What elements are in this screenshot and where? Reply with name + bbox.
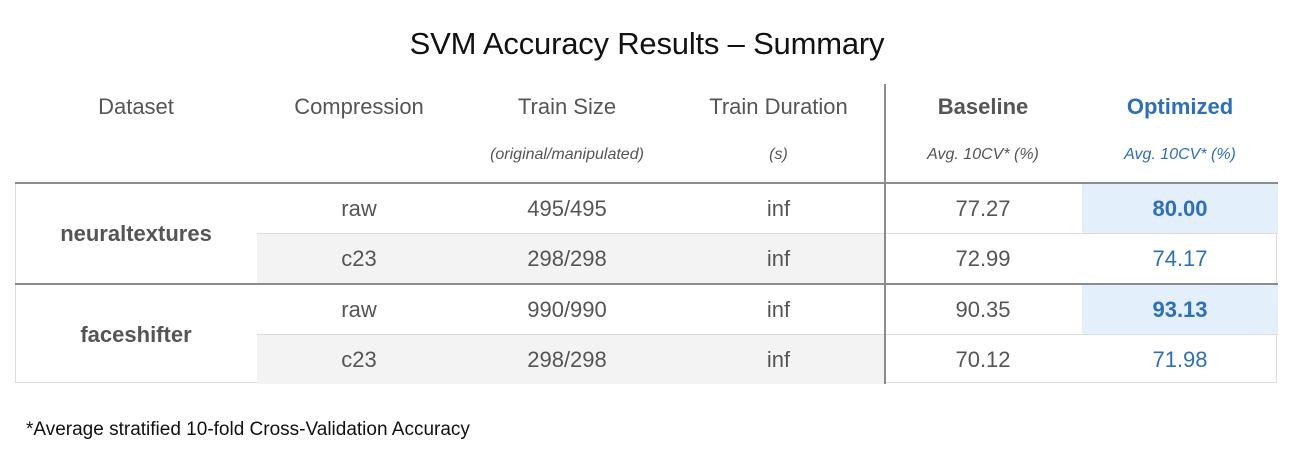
header-baseline: Baseline: [937, 94, 1029, 119]
cell-baseline: 72.99: [955, 246, 1011, 271]
header-optimized: Optimized: [1126, 94, 1234, 119]
cell-baseline: 77.27: [955, 196, 1011, 221]
cell-compression: raw: [341, 297, 377, 322]
subheader-train-size: (original/manipulated): [490, 146, 644, 163]
cell-compression: raw: [341, 196, 377, 221]
header-train-size: Train Size: [517, 94, 617, 119]
cell-optimized: 93.13: [1152, 297, 1208, 322]
subheader-optimized: Avg. 10CV* (%): [1124, 146, 1236, 163]
cell-compression: c23: [341, 246, 377, 271]
cell-baseline: 70.12: [955, 347, 1011, 372]
cell-train-duration: inf: [766, 196, 791, 221]
chart-title: SVM Accuracy Results – Summary: [409, 26, 885, 61]
footnote: *Average stratified 10-fold Cross-Valida…: [26, 419, 470, 440]
cell-compression: c23: [341, 347, 377, 372]
subheader-baseline: Avg. 10CV* (%): [927, 146, 1039, 163]
subheader-train-duration: (s): [769, 146, 788, 163]
cell-baseline: 90.35: [955, 297, 1011, 322]
cell-train-duration: inf: [766, 347, 791, 372]
dataset-label-faceshifter: faceshifter: [80, 322, 192, 347]
cell-train-size: 990/990: [527, 297, 607, 322]
cell-optimized: 71.98: [1152, 347, 1208, 372]
cell-train-size: 298/298: [527, 347, 607, 372]
cell-optimized: 80.00: [1152, 196, 1208, 221]
header-compression: Compression: [294, 94, 424, 119]
cell-train-duration: inf: [766, 297, 791, 322]
header-dataset: Dataset: [98, 94, 174, 119]
dataset-label-neuraltextures: neuraltextures: [60, 221, 212, 246]
cell-train-size: 298/298: [527, 246, 607, 271]
cell-train-duration: inf: [766, 246, 791, 271]
header-train-duration: Train Duration: [709, 94, 848, 119]
cell-train-size: 495/495: [527, 196, 607, 221]
cell-optimized: 74.17: [1152, 246, 1208, 271]
